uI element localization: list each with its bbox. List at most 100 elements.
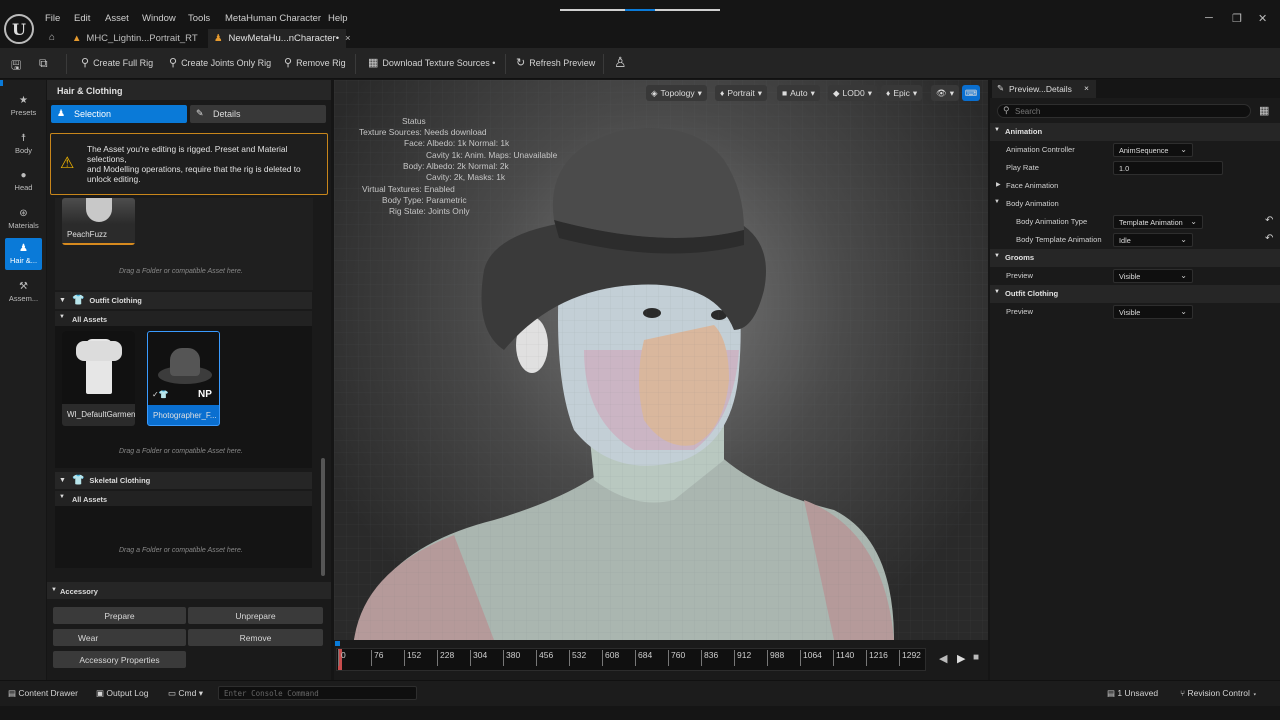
- tab-details[interactable]: ✎ Details: [190, 105, 326, 123]
- category-grooms[interactable]: ▼ Grooms: [990, 249, 1280, 267]
- collapse-arrow-icon: ▼: [59, 477, 66, 484]
- unprepare-button[interactable]: Unprepare: [188, 607, 323, 624]
- tab-portrait-rt[interactable]: ▲ MHC_Lightin...Portrait_RT: [66, 29, 206, 48]
- section-accessory[interactable]: ▼ Accessory: [47, 582, 331, 599]
- category-face-animation[interactable]: ▶ Face Animation: [990, 177, 1280, 195]
- remove-button[interactable]: Remove: [188, 629, 323, 646]
- timeline-accent: [335, 641, 340, 646]
- restore-icon[interactable]: ❐: [1232, 12, 1242, 25]
- selection-icon: ♟: [57, 108, 66, 118]
- refresh-preview-button[interactable]: ↻ Refresh Preview: [516, 56, 595, 69]
- stop-icon[interactable]: ■: [973, 652, 979, 663]
- close-window-icon[interactable]: ✕: [1258, 12, 1267, 25]
- close-tab-icon[interactable]: ×: [1084, 83, 1089, 93]
- all-assets-header[interactable]: ▼ All Assets: [55, 491, 312, 506]
- details-search[interactable]: ⚲ Search: [997, 104, 1251, 118]
- create-full-rig-button[interactable]: ⚲ Create Full Rig: [81, 56, 153, 69]
- check-icon: ✓👕: [152, 390, 169, 399]
- cmd-dropdown[interactable]: ▭ Cmd ▾: [168, 688, 203, 699]
- button-label: Create Joints Only Rig: [181, 57, 272, 68]
- outfit-preview-dropdown[interactable]: Visible ⌄: [1113, 305, 1193, 319]
- camera-auto-dropdown[interactable]: ■ Auto ▾: [777, 85, 820, 101]
- close-tab-icon[interactable]: ×: [345, 33, 351, 44]
- lod-dropdown[interactable]: ◆ LOD0 ▾: [828, 85, 878, 101]
- home-icon[interactable]: ⌂: [49, 32, 55, 43]
- nav-materials[interactable]: ⊛ Materials: [5, 203, 42, 235]
- step-back-icon[interactable]: ◀: [939, 652, 947, 665]
- play-icon[interactable]: ▶: [957, 652, 965, 665]
- viewport-toggle-button[interactable]: ⌨: [962, 85, 980, 101]
- menu-help[interactable]: Help: [328, 13, 348, 24]
- tab-selection[interactable]: ♟ Selection: [51, 105, 187, 123]
- quality-icon: ♦: [886, 88, 891, 98]
- tab-label: NewMetaHu...nCharacter•: [228, 33, 340, 44]
- reset-icon[interactable]: ↶: [1265, 215, 1273, 226]
- create-joints-only-rig-button[interactable]: ⚲ Create Joints Only Rig: [169, 56, 271, 69]
- unsaved-indicator[interactable]: ▤ 1 Unsaved: [1107, 688, 1158, 699]
- accessory-properties-button[interactable]: Accessory Properties: [53, 651, 186, 668]
- play-rate-input[interactable]: 1.0: [1113, 161, 1223, 175]
- menu-metahuman-character[interactable]: MetaHuman Character: [225, 13, 321, 24]
- nav-head[interactable]: ● Head: [5, 165, 42, 197]
- reset-icon[interactable]: ↶: [1265, 233, 1273, 244]
- collapse-arrow-icon: ▼: [994, 199, 1000, 205]
- status-bar: ▤ Content Drawer ▣ Output Log ▭ Cmd ▾ En…: [0, 680, 1280, 706]
- dropdown-label: Portrait: [727, 88, 755, 98]
- view-options-dropdown[interactable]: 👁 ▾: [931, 85, 960, 101]
- table-view-icon[interactable]: ▦: [1259, 104, 1269, 117]
- menu-edit[interactable]: Edit: [74, 13, 90, 24]
- nav-presets[interactable]: ★ Presets: [5, 90, 42, 122]
- body-animation-type-dropdown[interactable]: Template Animation ⌄: [1113, 215, 1203, 229]
- wear-button[interactable]: Wear: [53, 629, 186, 646]
- content-drawer-button[interactable]: ▤ Content Drawer: [8, 688, 78, 699]
- unreal-logo-icon[interactable]: U: [4, 14, 34, 44]
- category-animation[interactable]: ▼ Animation: [990, 123, 1280, 141]
- menu-window[interactable]: Window: [142, 13, 176, 24]
- console-input[interactable]: Enter Console Command: [218, 686, 417, 700]
- tab-newmetahuman-character[interactable]: ♟ NewMetaHu...nCharacter• ×: [208, 29, 351, 48]
- asset-thumb-peachfuzz[interactable]: PeachFuzz: [62, 198, 135, 245]
- topology-dropdown[interactable]: ◈ Topology ▾: [646, 85, 707, 101]
- nav-assembly[interactable]: ⚒ Assem...: [5, 276, 42, 308]
- asset-thumb-photographer-hat[interactable]: ✓👕 NP Photographer_F...: [147, 331, 220, 426]
- timeline-tick-label: 1292: [899, 650, 921, 666]
- menu-file[interactable]: File: [45, 13, 60, 24]
- keyboard-icon: ⌨: [964, 87, 978, 98]
- nav-body[interactable]: ☨ Body: [5, 128, 42, 160]
- panel-scrollbar[interactable]: [321, 458, 325, 576]
- body-template-animation-dropdown[interactable]: Idle ⌄: [1113, 233, 1193, 247]
- download-texture-sources-button[interactable]: ▦ Download Texture Sources •: [368, 56, 495, 69]
- quality-dropdown[interactable]: ♦ Epic ▾: [881, 85, 923, 101]
- tab-preview-details[interactable]: ✎ Preview...Details ×: [992, 80, 1096, 98]
- animation-controller-dropdown[interactable]: AnimSequence ⌄: [1113, 143, 1193, 157]
- save-icon[interactable]: 🖫: [11, 56, 21, 77]
- chevron-down-icon: ⌄: [1180, 235, 1187, 244]
- user-icon[interactable]: ♙: [614, 54, 627, 71]
- grooms-preview-dropdown[interactable]: Visible ⌄: [1113, 269, 1193, 283]
- minimize-icon[interactable]: ─: [1205, 12, 1213, 24]
- asset-thumb-default-garment[interactable]: WI_DefaultGarment: [62, 331, 135, 426]
- section-outfit-clothing[interactable]: ▼ 👕 Outfit Clothing: [55, 292, 312, 309]
- portrait-dropdown[interactable]: ♦ Portrait ▾: [715, 85, 768, 101]
- remove-rig-button[interactable]: ⚲ Remove Rig: [284, 56, 346, 69]
- timeline-tick-label: 988: [767, 650, 784, 666]
- panel-title: Hair & Clothing: [57, 86, 123, 96]
- browse-asset-icon[interactable]: ⧉: [39, 56, 48, 71]
- character-viewport[interactable]: ◈ Topology ▾ ♦ Portrait ▾ ■ Auto ▾ ◆ LOD0 ▾ ♦ Epi…: [334, 80, 988, 680]
- category-body-animation[interactable]: ▼ Body Animation: [990, 195, 1280, 213]
- nav-label: Body: [14, 146, 33, 155]
- revision-control-button[interactable]: ⑂ Revision Control ▾: [1180, 688, 1257, 698]
- all-assets-header[interactable]: ▼ All Assets: [55, 311, 312, 326]
- timeline-panel: ◀ ▶ ■: [334, 640, 988, 680]
- section-skeletal-clothing[interactable]: ▼ 👕 Skeletal Clothing: [55, 472, 312, 489]
- status-face-cavity: Cavity 1k: Anim. Maps: Unavailable: [426, 150, 558, 160]
- dropdown-value: Visible: [1119, 272, 1141, 281]
- menu-asset[interactable]: Asset: [105, 13, 129, 24]
- collapse-arrow-icon: ▼: [51, 587, 57, 593]
- category-outfit-clothing[interactable]: ▼ Outfit Clothing: [990, 285, 1280, 303]
- nav-hair-clothing[interactable]: ♟ Hair &...: [5, 238, 42, 270]
- output-log-button[interactable]: ▣ Output Log: [96, 688, 148, 699]
- prepare-button[interactable]: Prepare: [53, 607, 186, 624]
- hair-clothing-icon: ♟: [19, 243, 28, 254]
- menu-tools[interactable]: Tools: [188, 13, 210, 24]
